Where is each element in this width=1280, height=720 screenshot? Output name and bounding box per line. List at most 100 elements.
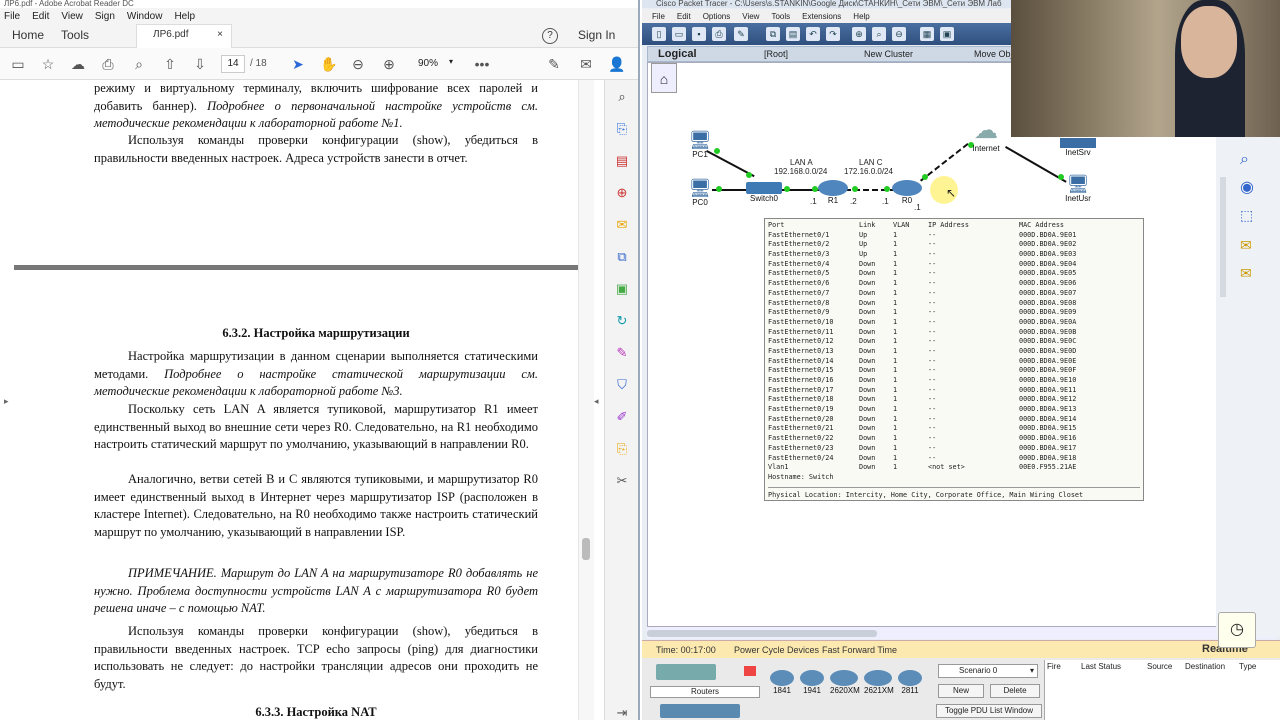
cloud-upload-icon[interactable]: ☁ bbox=[70, 56, 86, 72]
tools-settings-icon[interactable]: ✂ bbox=[613, 472, 631, 490]
toggle-pdu-button[interactable]: Toggle PDU List Window bbox=[936, 704, 1042, 718]
zoom-reset-icon[interactable]: ⌕ bbox=[872, 27, 886, 41]
print-icon[interactable]: ⎙ bbox=[100, 56, 116, 72]
zoom-tool-icon[interactable]: ⌕ bbox=[613, 88, 631, 106]
zoom-in-icon[interactable]: ⊕ bbox=[381, 56, 397, 72]
paste-icon[interactable]: ▤ bbox=[786, 27, 800, 41]
compress-icon[interactable]: ▣ bbox=[613, 280, 631, 298]
fill-sign-icon[interactable]: ✎ bbox=[613, 344, 631, 362]
custom-device-icon[interactable]: ▣ bbox=[940, 27, 954, 41]
save-icon[interactable]: ▪ bbox=[692, 27, 706, 41]
logical-label[interactable]: Logical bbox=[658, 48, 697, 60]
device-inetsrv[interactable]: InetSrv bbox=[1060, 138, 1096, 157]
export-pdf-icon[interactable]: ⎘ bbox=[613, 120, 631, 138]
pt-menu-edit[interactable]: Edit bbox=[677, 12, 691, 21]
device-category-icons[interactable] bbox=[656, 664, 716, 680]
device-switch0[interactable]: Switch0 bbox=[746, 182, 782, 203]
model-1941[interactable]: 1941 bbox=[800, 670, 824, 695]
move-object-button[interactable]: Move Obj bbox=[974, 49, 1013, 59]
page-number-input[interactable]: 14 bbox=[221, 55, 245, 73]
new-file-icon[interactable]: ▯ bbox=[652, 27, 666, 41]
chevron-down-icon[interactable]: ▾ bbox=[449, 57, 453, 66]
device-r0[interactable]: R0 bbox=[892, 180, 922, 205]
new-cluster-button[interactable]: New Cluster bbox=[864, 49, 913, 59]
zoom-search-icon[interactable]: ⌕ bbox=[131, 56, 147, 72]
device-internet-cluster[interactable]: ☁ Internet bbox=[962, 118, 1010, 154]
inspect-icon[interactable]: ⌕ bbox=[1240, 151, 1249, 169]
redo-icon[interactable]: ↷ bbox=[826, 27, 840, 41]
undo-icon[interactable]: ↶ bbox=[806, 27, 820, 41]
pt-menu-view[interactable]: View bbox=[742, 12, 759, 21]
power-cycle-button[interactable]: Power Cycle Devices bbox=[734, 645, 819, 655]
share-user-icon[interactable]: 👤 bbox=[608, 56, 625, 72]
model-1841[interactable]: 1841 bbox=[770, 670, 794, 695]
page-up-icon[interactable]: ⇧ bbox=[162, 56, 178, 72]
vertical-scrollbar[interactable] bbox=[578, 80, 594, 720]
resize-icon[interactable]: ⬚ bbox=[1240, 207, 1253, 224]
menu-file[interactable]: File bbox=[4, 11, 20, 22]
model-2811[interactable]: 2811 bbox=[898, 670, 922, 695]
more-icon[interactable]: ••• bbox=[474, 56, 490, 72]
device-inetusr[interactable]: 🖥 InetUsr bbox=[1062, 174, 1094, 203]
pt-menu-help[interactable]: Help bbox=[853, 12, 869, 21]
sign-in-link[interactable]: Sign In bbox=[578, 28, 615, 42]
menu-view[interactable]: View bbox=[61, 11, 83, 22]
pt-menu-extensions[interactable]: Extensions bbox=[802, 12, 841, 21]
close-icon[interactable]: × bbox=[217, 29, 223, 40]
send-review-icon[interactable]: ↻ bbox=[613, 312, 631, 330]
collapse-left-icon[interactable]: ▸ bbox=[4, 396, 9, 407]
zoom-out-icon[interactable]: ⊖ bbox=[892, 27, 906, 41]
zoom-level[interactable]: 90% bbox=[418, 58, 438, 69]
palette-icon[interactable]: ▦ bbox=[920, 27, 934, 41]
sign-pen-icon[interactable]: ✎ bbox=[546, 56, 562, 72]
document-view[interactable]: режиму и виртуальному терминалу, включит… bbox=[0, 80, 604, 720]
tab-document[interactable]: ЛР6.pdf × bbox=[136, 24, 232, 48]
tab-tools[interactable]: Tools bbox=[61, 28, 89, 42]
copy-icon[interactable]: ⧉ bbox=[766, 27, 780, 41]
certificate-icon[interactable]: ⎘ bbox=[613, 440, 631, 458]
menu-sign[interactable]: Sign bbox=[95, 11, 115, 22]
model-2621xm[interactable]: 2621XM bbox=[864, 670, 894, 695]
menu-help[interactable]: Help bbox=[174, 11, 195, 22]
draw-shape-icon[interactable]: ◉ bbox=[1240, 177, 1254, 197]
help-icon[interactable]: ? bbox=[542, 28, 558, 44]
pt-menu-tools[interactable]: Tools bbox=[771, 12, 790, 21]
device-pc1[interactable]: 🖥 PC1 bbox=[686, 130, 714, 159]
save-icon[interactable]: ▭ bbox=[10, 56, 26, 72]
realtime-clock-icon[interactable]: ◷ bbox=[1218, 612, 1256, 648]
print-icon[interactable]: ⎙ bbox=[712, 27, 726, 41]
open-folder-icon[interactable]: ▭ bbox=[672, 27, 686, 41]
add-complex-pdu-icon[interactable]: ✉ bbox=[1240, 265, 1252, 282]
organize-pages-icon[interactable]: ▤ bbox=[613, 152, 631, 170]
panel-expand-icon[interactable]: ⇥ bbox=[613, 704, 631, 720]
star-icon[interactable]: ☆ bbox=[40, 56, 56, 72]
mail-icon[interactable]: ✉ bbox=[578, 56, 594, 72]
add-simple-pdu-icon[interactable]: ✉ bbox=[1240, 237, 1252, 254]
protect-icon[interactable]: ⛉ bbox=[613, 376, 631, 394]
edit-icon[interactable]: ✐ bbox=[613, 408, 631, 426]
connections-icon[interactable] bbox=[744, 666, 756, 676]
wizard-icon[interactable]: ✎ bbox=[734, 27, 748, 41]
combine-files-icon[interactable]: ⧉ bbox=[613, 248, 631, 266]
scroll-thumb[interactable] bbox=[582, 538, 590, 560]
create-pdf-icon[interactable]: ⊕ bbox=[613, 184, 631, 202]
model-2620xm[interactable]: 2620XM bbox=[830, 670, 860, 695]
scenario-select[interactable]: Scenario 0 ▾ bbox=[938, 664, 1038, 678]
cluster-navigation-icon[interactable]: ⌂ bbox=[651, 63, 677, 93]
zoom-out-icon[interactable]: ⊖ bbox=[350, 56, 366, 72]
page-down-icon[interactable]: ⇩ bbox=[192, 56, 208, 72]
menu-edit[interactable]: Edit bbox=[32, 11, 49, 22]
menu-window[interactable]: Window bbox=[127, 11, 163, 22]
device-pc0[interactable]: 🖥 PC0 bbox=[686, 178, 714, 207]
zoom-in-icon[interactable]: ⊕ bbox=[852, 27, 866, 41]
right-scrollbar[interactable] bbox=[1220, 177, 1226, 297]
cursor-icon[interactable]: ➤ bbox=[290, 56, 306, 72]
new-scenario-button[interactable]: New bbox=[938, 684, 984, 698]
comment-icon[interactable]: ✉ bbox=[613, 216, 631, 234]
workspace-scrollbar[interactable] bbox=[647, 627, 1277, 639]
fast-forward-button[interactable]: Fast Forward Time bbox=[822, 645, 897, 655]
root-label[interactable]: [Root] bbox=[764, 49, 788, 59]
scroll-thumb[interactable] bbox=[647, 630, 877, 637]
pt-menu-file[interactable]: File bbox=[652, 12, 665, 21]
tab-home[interactable]: Home bbox=[12, 28, 44, 42]
